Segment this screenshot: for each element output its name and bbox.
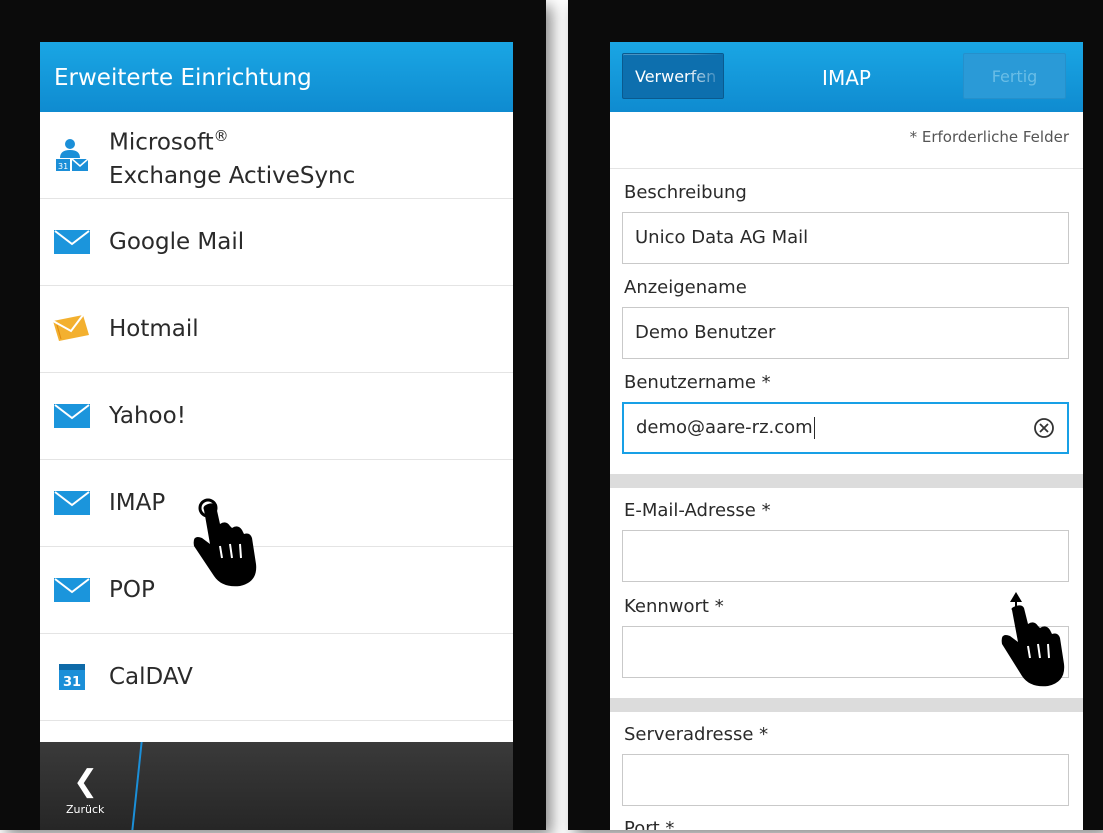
swipe-up-hand-icon [1001, 592, 1065, 687]
account-label: Google Mail [109, 229, 245, 255]
done-button[interactable]: Fertig [963, 53, 1066, 99]
account-label: Hotmail [109, 316, 199, 342]
account-label: POP [109, 577, 155, 603]
right-device-frame: IMAP Verwerfen Fertig * Erforderliche Fe… [568, 0, 1103, 830]
display-name-label: Anzeigename [624, 277, 747, 298]
advanced-setup-screen: Erweiterte Einrichtung 31 Microsoft® Exc… [40, 42, 513, 830]
svg-text:31: 31 [58, 162, 68, 171]
text-caret [813, 417, 815, 439]
action-bar: ❮ Zurück [40, 742, 513, 830]
list-item-imap[interactable]: IMAP [40, 460, 513, 547]
list-item-yahoo[interactable]: Yahoo! [40, 373, 513, 460]
account-type-list: 31 Microsoft® Exchange ActiveSync Google… [40, 112, 513, 721]
account-label: IMAP [109, 490, 166, 516]
list-item-google-mail[interactable]: Google Mail [40, 199, 513, 286]
divider [610, 168, 1083, 169]
list-item-exchange[interactable]: 31 Microsoft® Exchange ActiveSync [40, 112, 513, 199]
username-value: demo@aare-rz.com [636, 417, 813, 438]
chevron-left-icon: ❮ [73, 764, 99, 799]
title-bar: Erweiterte Einrichtung [40, 42, 513, 112]
mail-icon [53, 227, 91, 257]
description-field[interactable]: Unico Data AG Mail [622, 212, 1069, 264]
back-label: Zurück [66, 803, 105, 816]
title-bar: IMAP Verwerfen Fertig [610, 42, 1083, 112]
exchange-icon: 31 [53, 139, 91, 171]
password-label: Kennwort * [624, 596, 724, 617]
mail-icon [53, 488, 91, 518]
back-button[interactable]: ❮ Zurück [40, 742, 135, 830]
section-separator [610, 698, 1083, 712]
server-field[interactable] [622, 754, 1069, 806]
mail-icon [53, 575, 91, 605]
discard-fade [687, 54, 723, 98]
tap-hand-icon [193, 498, 257, 587]
description-value: Unico Data AG Mail [635, 227, 809, 248]
email-field[interactable] [622, 530, 1069, 582]
clear-icon[interactable] [1033, 417, 1055, 439]
left-device-frame: Erweiterte Einrichtung 31 Microsoft® Exc… [0, 0, 546, 830]
email-label: E-Mail-Adresse * [624, 500, 771, 521]
discard-button[interactable]: Verwerfen [622, 53, 724, 99]
port-label: Port * [624, 818, 675, 830]
account-label: Microsoft® Exchange ActiveSync [109, 127, 356, 189]
display-name-value: Demo Benutzer [635, 322, 776, 343]
server-label: Serveradresse * [624, 724, 769, 745]
section-separator [610, 474, 1083, 488]
calendar-icon-text: 31 [63, 675, 81, 690]
display-name-field[interactable]: Demo Benutzer [622, 307, 1069, 359]
done-label: Fertig [991, 67, 1038, 86]
account-label: Yahoo! [109, 403, 186, 429]
imap-setup-screen: IMAP Verwerfen Fertig * Erforderliche Fe… [610, 42, 1083, 830]
required-fields-note: * Erforderliche Felder [909, 128, 1069, 146]
calendar-icon: 31 [53, 662, 91, 692]
username-label: Benutzername * [624, 372, 771, 393]
mail-icon [53, 401, 91, 431]
page-title: Erweiterte Einrichtung [54, 65, 312, 91]
account-label: CalDAV [109, 664, 193, 690]
hotmail-icon [53, 314, 91, 344]
list-item-pop[interactable]: POP [40, 547, 513, 634]
description-label: Beschreibung [624, 182, 747, 203]
list-item-caldav[interactable]: 31 CalDAV [40, 634, 513, 721]
list-item-hotmail[interactable]: Hotmail [40, 286, 513, 373]
username-field[interactable]: demo@aare-rz.com [622, 402, 1069, 454]
